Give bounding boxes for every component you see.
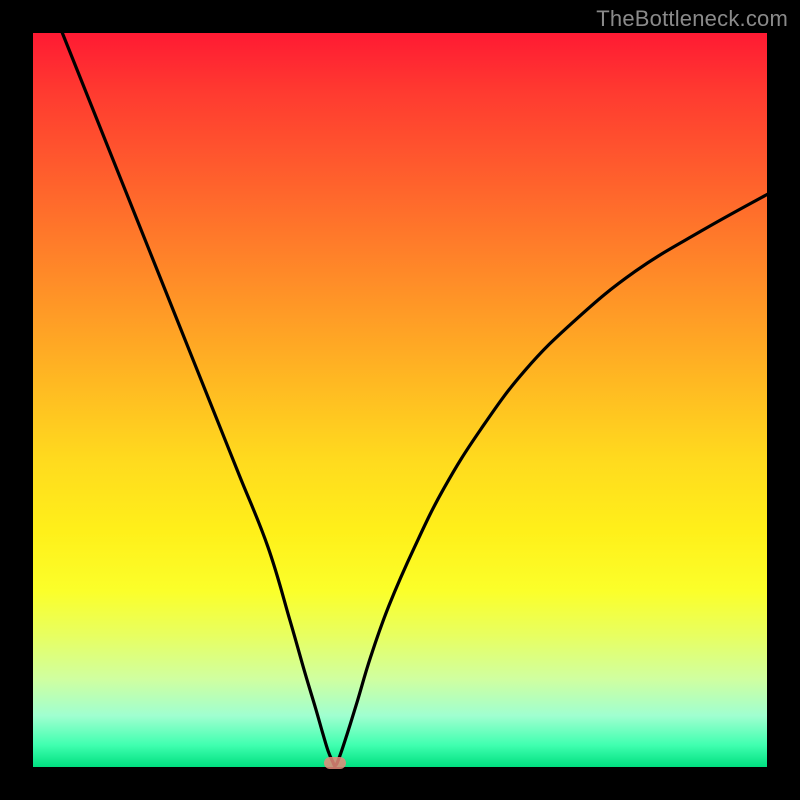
watermark-text: TheBottleneck.com bbox=[596, 6, 788, 32]
minimum-marker bbox=[324, 757, 346, 769]
curve-svg bbox=[33, 33, 767, 767]
plot-area bbox=[33, 33, 767, 767]
chart-frame: TheBottleneck.com bbox=[0, 0, 800, 800]
bottleneck-curve bbox=[62, 33, 767, 766]
